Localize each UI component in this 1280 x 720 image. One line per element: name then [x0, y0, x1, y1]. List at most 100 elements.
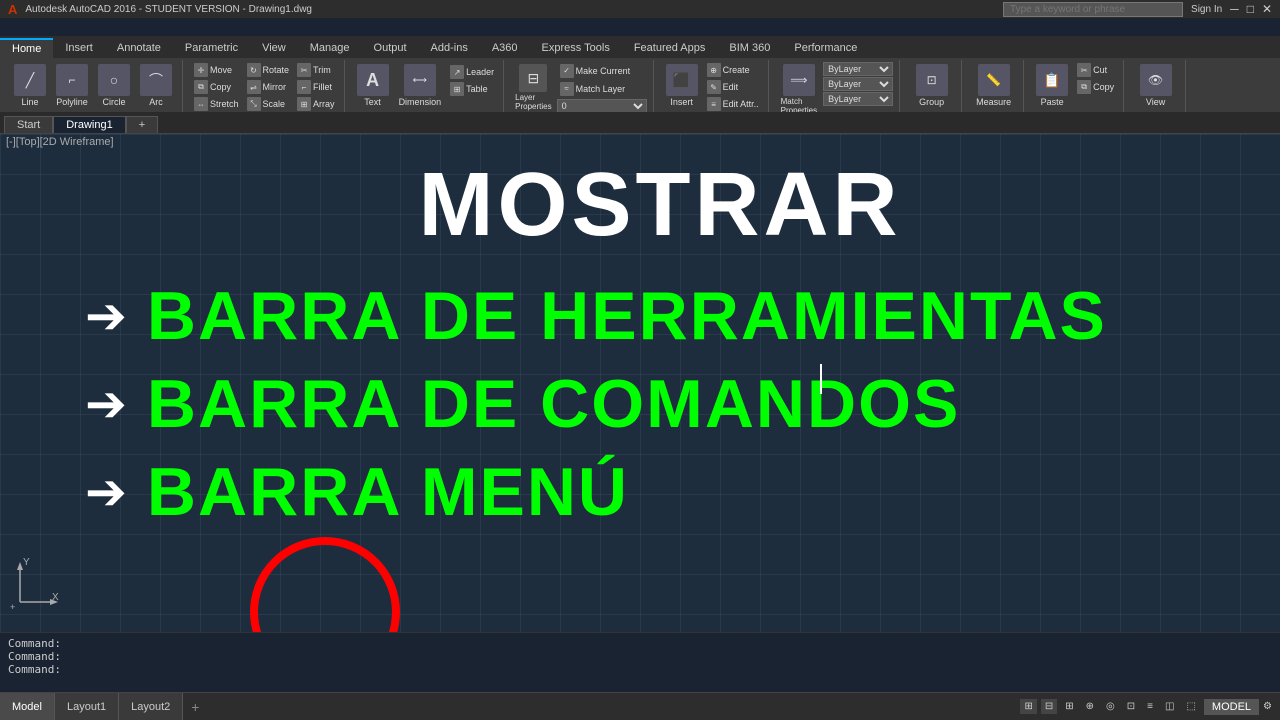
title-bar: A Autodesk AutoCAD 2016 - STUDENT VERSIO…	[0, 0, 1280, 18]
tab-bim360[interactable]: BIM 360	[717, 38, 782, 58]
command-lines: Command: Command: Command:	[0, 633, 1280, 680]
tab-view[interactable]: View	[250, 38, 298, 58]
polar-toggle[interactable]: ⊕	[1082, 699, 1098, 714]
edit-button[interactable]: ✎Edit	[704, 79, 762, 95]
command-line-2: Command:	[8, 650, 1272, 663]
tab-parametric[interactable]: Parametric	[173, 38, 250, 58]
bullet-text-3: BARRA MENÚ	[147, 453, 629, 531]
main-content-area: MOSTRAR ➔ BARRA DE HERRAMIENTAS ➔ BARRA …	[0, 154, 1280, 541]
mirror-button[interactable]: ⇌Mirror	[244, 79, 293, 95]
text-button[interactable]: A Text	[353, 62, 393, 109]
doc-tabs: Start Drawing1 +	[0, 112, 1280, 134]
sign-in-button[interactable]: Sign In	[1191, 4, 1222, 15]
insert-button[interactable]: ⬛ Insert	[662, 62, 702, 109]
arrow-icon-2: ➔	[85, 379, 127, 429]
svg-text:Y: Y	[23, 557, 30, 568]
drawing1-tab[interactable]: Drawing1	[53, 116, 125, 133]
line-button[interactable]: ╱ Line	[10, 62, 50, 109]
measure-button[interactable]: 📏 Measure	[972, 62, 1015, 109]
tab-home[interactable]: Home	[0, 38, 53, 58]
lineweight-toggle[interactable]: ≡	[1143, 699, 1157, 714]
scale-button[interactable]: ⤡Scale	[244, 96, 293, 112]
edit-attributes-button[interactable]: ≡Edit Attr..	[704, 96, 762, 112]
fillet-button[interactable]: ⌐Fillet	[294, 79, 338, 95]
close-button[interactable]: ✕	[1262, 2, 1272, 16]
viewport-label: [-][Top][2D Wireframe]	[6, 136, 114, 148]
rotate-button[interactable]: ↻Rotate	[244, 62, 293, 78]
tab-insert[interactable]: Insert	[53, 38, 105, 58]
tab-annotate[interactable]: Annotate	[105, 38, 173, 58]
create-button[interactable]: ⊕Create	[704, 62, 762, 78]
search-input[interactable]	[1003, 2, 1183, 17]
copy-clip-button[interactable]: ⧉Copy	[1074, 79, 1117, 95]
app-logo: A	[8, 2, 17, 17]
add-tab-button[interactable]: +	[126, 116, 158, 133]
layer-properties-button[interactable]: ⊟ LayerProperties	[512, 62, 554, 113]
array-button[interactable]: ⊞Array	[294, 96, 338, 112]
layout1-tab[interactable]: Layout1	[55, 693, 119, 720]
tab-output[interactable]: Output	[362, 38, 419, 58]
bullet-item-1: ➔ BARRA DE HERRAMIENTAS	[85, 277, 1235, 355]
group-button[interactable]: ⊡ Group	[912, 62, 952, 109]
match-layer-button[interactable]: ≈Match Layer	[557, 81, 647, 97]
polyline-button[interactable]: ⌐ Polyline	[52, 62, 92, 109]
cut-button[interactable]: ✂Cut	[1074, 62, 1117, 78]
status-bar: Model Layout1 Layout2 + ⊞ ⊟ ⊞ ⊕ ◎ ⊡ ≡ ◫ …	[0, 692, 1280, 720]
maximize-button[interactable]: □	[1247, 2, 1254, 16]
table-button[interactable]: ⊞Table	[447, 81, 497, 97]
tab-a360[interactable]: A360	[480, 38, 530, 58]
title-text: Autodesk AutoCAD 2016 - STUDENT VERSION …	[25, 4, 312, 15]
workspace-settings[interactable]: ⚙	[1263, 701, 1272, 712]
start-tab[interactable]: Start	[4, 116, 53, 133]
grid-toggle[interactable]: ⊟	[1041, 699, 1057, 714]
text-cursor	[820, 364, 822, 394]
tab-express[interactable]: Express Tools	[530, 38, 622, 58]
bullet-item-2: ➔ BARRA DE COMANDOS	[85, 365, 1235, 443]
command-line-3: Command:	[8, 663, 1272, 676]
leader-button[interactable]: ↗Leader	[447, 64, 497, 80]
drawing-area[interactable]: MOSTRAR ➔ BARRA DE HERRAMIENTAS ➔ BARRA …	[0, 134, 1280, 692]
bylayer-lineweight-selector[interactable]: ByLayer	[823, 92, 893, 106]
snap-toggle[interactable]: ⊞	[1020, 699, 1036, 714]
tab-addins[interactable]: Add-ins	[419, 38, 480, 58]
layout2-tab[interactable]: Layout2	[119, 693, 183, 720]
add-layout-button[interactable]: +	[183, 695, 207, 719]
trim-button[interactable]: ✂Trim	[294, 62, 338, 78]
svg-text:+: +	[10, 602, 15, 612]
stretch-button[interactable]: ⇔Stretch	[191, 96, 242, 112]
svg-text:X: X	[52, 592, 59, 603]
ribbon-tabs: Home Insert Annotate Parametric View Man…	[0, 36, 1280, 58]
bullet-text-1: BARRA DE HERRAMIENTAS	[147, 277, 1107, 355]
copy-button[interactable]: ⧉Copy	[191, 79, 242, 95]
main-title: MOSTRAR	[419, 154, 902, 257]
view-button[interactable]: 👁 View	[1136, 62, 1176, 109]
status-right: ⊞ ⊟ ⊞ ⊕ ◎ ⊡ ≡ ◫ ⬚ MODEL ⚙	[1020, 699, 1280, 715]
arrow-icon-3: ➔	[85, 467, 127, 517]
tab-featured[interactable]: Featured Apps	[622, 38, 718, 58]
circle-button[interactable]: ○ Circle	[94, 62, 134, 109]
tab-performance[interactable]: Performance	[782, 38, 869, 58]
arrow-icon-1: ➔	[85, 291, 127, 341]
make-current-button[interactable]: ✓Make Current	[557, 63, 647, 79]
bullet-text-2: BARRA DE COMANDOS	[147, 365, 960, 443]
match-properties-button[interactable]: ⟹ MatchProperties	[777, 62, 821, 117]
paste-button[interactable]: 📋 Paste	[1032, 62, 1072, 109]
selection-toggle[interactable]: ⬚	[1182, 699, 1199, 714]
arc-button[interactable]: ⌒ Arc	[136, 62, 176, 109]
model-button[interactable]: MODEL	[1204, 699, 1259, 715]
bylayer-linetype-selector[interactable]: ByLayer	[823, 77, 893, 91]
dimension-button[interactable]: ⟷ Dimension	[395, 62, 446, 109]
bullet-item-3: ➔ BARRA MENÚ	[85, 453, 1235, 531]
ortho-toggle[interactable]: ⊞	[1061, 699, 1077, 714]
osnap-toggle[interactable]: ◎	[1102, 699, 1119, 714]
bylayer-color-selector[interactable]: ByLayer	[823, 62, 893, 76]
transparency-toggle[interactable]: ◫	[1161, 699, 1178, 714]
model-tab[interactable]: Model	[0, 693, 55, 720]
command-line-1: Command:	[8, 637, 1272, 650]
tab-manage[interactable]: Manage	[298, 38, 362, 58]
layer-selector[interactable]: 0	[557, 99, 647, 113]
dynamic-toggle[interactable]: ⊡	[1123, 699, 1139, 714]
command-area: Command: Command: Command:	[0, 632, 1280, 692]
minimize-button[interactable]: ─	[1230, 2, 1239, 16]
move-button[interactable]: ✛Move	[191, 62, 242, 78]
